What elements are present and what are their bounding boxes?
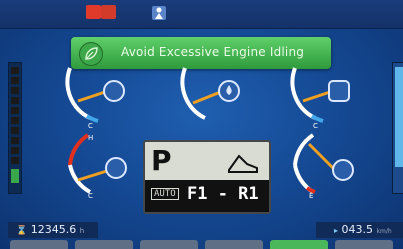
gauge-label-hi: F [309,134,313,142]
gauge-label: C [88,122,93,130]
warning-icon [101,5,116,19]
machine-display: Avoid Excessive Engine Idling C C H C F … [0,0,403,249]
auto-mode-badge: AUTO [151,188,179,200]
warning-icon [86,5,101,19]
fuel-gauge [175,63,265,133]
battery-icon [11,169,19,183]
gauge-label-lo: C [88,192,93,200]
gear-range: F1 - R1 [187,184,259,204]
hour-glass-icon: ⌛ [16,226,28,236]
loader-bucket-icon [228,154,258,173]
speedometer: ▸ 043.5 km/h [334,223,392,236]
def-gauge: F E [285,130,375,200]
def-icon [332,159,354,181]
softkey-row [0,240,403,249]
gauge-label-lo: E [309,192,313,200]
gauge-label: C [313,122,318,130]
softkey-3[interactable] [140,240,198,249]
transmission-lcd: P AUTO F1 - R1 [143,140,271,214]
hour-unit: h [79,227,85,235]
banner-message: Avoid Excessive Engine Idling [121,45,305,59]
speed-value: 043.5 [341,223,374,236]
operator-icon [152,6,166,20]
gear-indicator: P [151,144,172,177]
hydraulic-gauge: C [285,63,375,133]
right-level-bar [392,62,403,194]
trans-temp-icon [105,157,127,179]
softkey-5[interactable] [270,240,328,249]
left-level-bar [8,62,22,194]
softkey-1[interactable] [10,240,68,249]
hydraulic-icon [328,80,350,102]
trans-temp-gauge: H C [60,130,150,200]
hour-value: 12345.6 [30,223,77,236]
engine-temp-gauge: C [60,63,150,133]
speed-unit: km/h [376,228,392,235]
softkey-2[interactable] [75,240,133,249]
softkey-4[interactable] [205,240,263,249]
speed-icon: ▸ [334,226,339,235]
gauge-label-hi: H [88,134,93,142]
engine-temp-icon [103,80,125,102]
hour-meter: ⌛ 12345.6 h [16,223,84,236]
status-bar [0,0,403,29]
softkey-6[interactable] [335,240,393,249]
range-strip: AUTO F1 - R1 [145,180,269,212]
